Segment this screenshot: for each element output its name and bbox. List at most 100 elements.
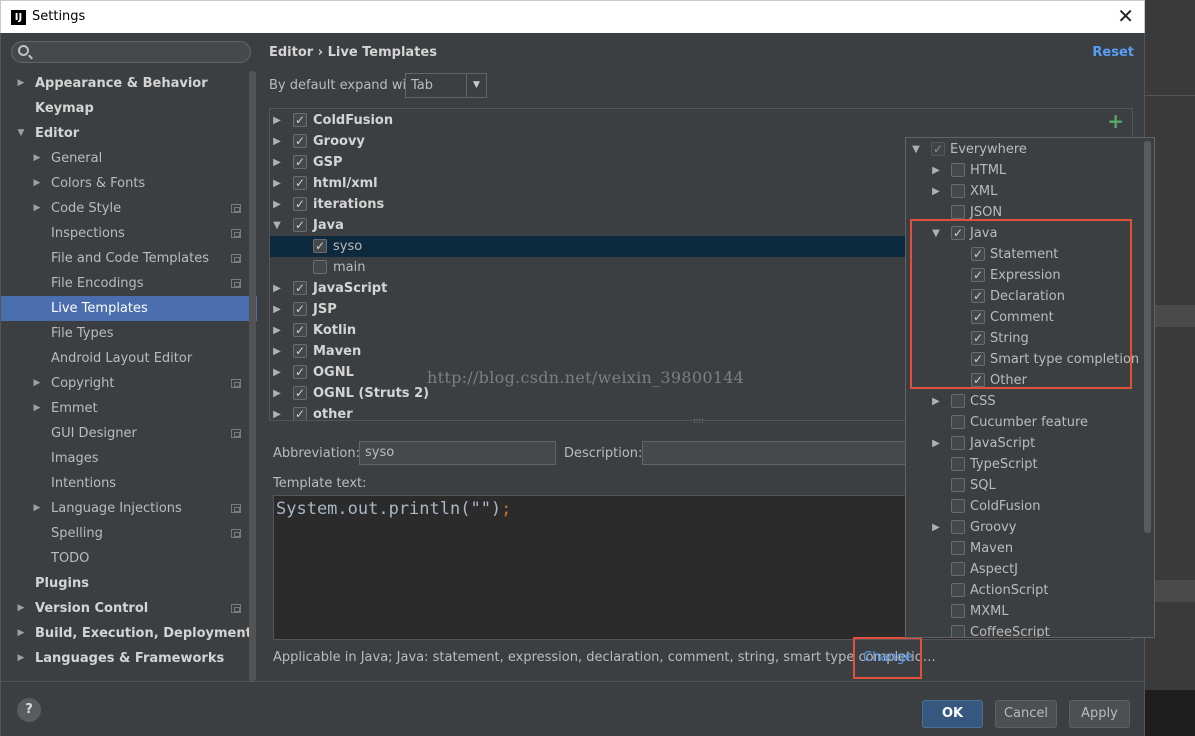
checkbox[interactable] bbox=[293, 383, 307, 404]
context-row[interactable]: ▶ Groovy bbox=[906, 517, 1154, 538]
sidebar-item[interactable]: ▶ Colors & Fonts bbox=[1, 171, 257, 196]
apply-button[interactable]: Apply bbox=[1069, 700, 1130, 728]
chevron-right-icon[interactable]: ▶ bbox=[271, 362, 283, 383]
settings-search-input[interactable] bbox=[11, 41, 251, 63]
chevron-right-icon[interactable]: ▶ bbox=[31, 171, 43, 196]
checkbox[interactable] bbox=[951, 478, 965, 492]
checkbox[interactable] bbox=[293, 110, 307, 131]
sidebar-item[interactable]: ▶ Language Injections bbox=[1, 496, 257, 521]
abbreviation-input[interactable]: syso bbox=[359, 441, 556, 465]
checkbox[interactable] bbox=[293, 152, 307, 173]
checkbox[interactable] bbox=[951, 415, 965, 429]
chevron-right-icon[interactable]: ▶ bbox=[31, 396, 43, 421]
checkbox[interactable] bbox=[951, 541, 965, 555]
checkbox[interactable] bbox=[951, 604, 965, 618]
checkbox[interactable] bbox=[293, 278, 307, 299]
checkbox[interactable] bbox=[293, 131, 307, 152]
sidebar-item[interactable]: ▶ Version Control bbox=[1, 596, 257, 621]
sidebar-item[interactable]: Android Layout Editor bbox=[1, 346, 257, 371]
checkbox[interactable] bbox=[293, 362, 307, 383]
chevron-right-icon[interactable]: ▶ bbox=[930, 517, 942, 538]
checkbox[interactable] bbox=[951, 184, 965, 198]
sidebar-item[interactable]: ▼ Editor bbox=[1, 121, 257, 146]
checkbox[interactable] bbox=[293, 173, 307, 194]
chevron-right-icon[interactable]: ▶ bbox=[930, 433, 942, 454]
chevron-right-icon[interactable]: ▶ bbox=[15, 621, 27, 646]
context-row[interactable]: ActionScript bbox=[906, 580, 1154, 601]
splitter-handle[interactable]: :::: bbox=[693, 417, 709, 425]
chevron-right-icon[interactable]: ▶ bbox=[31, 196, 43, 221]
context-row[interactable]: Cucumber feature bbox=[906, 412, 1154, 433]
chevron-right-icon[interactable]: ▶ bbox=[31, 496, 43, 521]
chevron-right-icon[interactable]: ▶ bbox=[930, 160, 942, 181]
chevron-right-icon[interactable]: ▶ bbox=[271, 194, 283, 215]
chevron-right-icon[interactable]: ▶ bbox=[271, 152, 283, 173]
checkbox[interactable] bbox=[293, 299, 307, 320]
chevron-down-icon[interactable]: ▼ bbox=[910, 139, 922, 160]
checkbox[interactable] bbox=[951, 499, 965, 513]
context-row[interactable]: ▶ XML bbox=[906, 181, 1154, 202]
context-row[interactable]: AspectJ bbox=[906, 559, 1154, 580]
sidebar-item[interactable]: ▶ Languages & Frameworks bbox=[1, 646, 257, 671]
help-icon[interactable]: ? bbox=[17, 698, 41, 722]
chevron-right-icon[interactable]: ▶ bbox=[271, 341, 283, 362]
checkbox[interactable] bbox=[293, 194, 307, 215]
checkbox[interactable] bbox=[951, 205, 965, 219]
sidebar-item[interactable]: ▶ Appearance & Behavior bbox=[1, 71, 257, 96]
context-row[interactable]: ▶ HTML bbox=[906, 160, 1154, 181]
sidebar-scrollbar[interactable] bbox=[249, 71, 256, 681]
sidebar-item[interactable]: Plugins bbox=[1, 571, 257, 596]
sidebar-item[interactable]: Keymap bbox=[1, 96, 257, 121]
chevron-right-icon[interactable]: ▶ bbox=[15, 646, 27, 671]
close-icon[interactable]: ✕ bbox=[1117, 5, 1134, 27]
context-row[interactable]: ColdFusion bbox=[906, 496, 1154, 517]
checkbox[interactable] bbox=[293, 404, 307, 420]
chevron-down-icon[interactable]: ▼ bbox=[15, 121, 27, 146]
checkbox[interactable] bbox=[951, 163, 965, 177]
sidebar-item[interactable]: Spelling bbox=[1, 521, 257, 546]
sidebar-item[interactable]: Live Templates bbox=[1, 296, 257, 321]
checkbox[interactable] bbox=[293, 320, 307, 341]
sidebar-item[interactable]: File Encodings bbox=[1, 271, 257, 296]
chevron-right-icon[interactable]: ▶ bbox=[271, 173, 283, 194]
sidebar-item[interactable]: ▶ Emmet bbox=[1, 396, 257, 421]
cancel-button[interactable]: Cancel bbox=[995, 700, 1057, 728]
sidebar-item[interactable]: File Types bbox=[1, 321, 257, 346]
chevron-right-icon[interactable]: ▶ bbox=[271, 278, 283, 299]
chevron-right-icon[interactable]: ▶ bbox=[930, 181, 942, 202]
chevron-right-icon[interactable]: ▶ bbox=[271, 131, 283, 152]
chevron-right-icon[interactable]: ▶ bbox=[15, 596, 27, 621]
context-row[interactable]: SQL bbox=[906, 475, 1154, 496]
chevron-right-icon[interactable]: ▶ bbox=[15, 71, 27, 96]
sidebar-item[interactable]: Images bbox=[1, 446, 257, 471]
sidebar-item[interactable]: ▶ Copyright bbox=[1, 371, 257, 396]
context-row[interactable]: ▼ Everywhere bbox=[906, 139, 1154, 160]
chevron-right-icon[interactable]: ▶ bbox=[31, 371, 43, 396]
checkbox[interactable] bbox=[931, 139, 945, 160]
sidebar-item[interactable]: GUI Designer bbox=[1, 421, 257, 446]
chevron-right-icon[interactable]: ▶ bbox=[271, 299, 283, 320]
checkbox[interactable] bbox=[293, 341, 307, 362]
chevron-right-icon[interactable]: ▶ bbox=[271, 383, 283, 404]
checkbox[interactable] bbox=[313, 236, 327, 257]
checkbox[interactable] bbox=[951, 394, 965, 408]
sidebar-item[interactable]: Intentions bbox=[1, 471, 257, 496]
sidebar-item[interactable]: ▶ General bbox=[1, 146, 257, 171]
chevron-right-icon[interactable]: ▶ bbox=[31, 146, 43, 171]
sidebar-item[interactable]: ▶ Build, Execution, Deployment bbox=[1, 621, 257, 646]
chevron-right-icon[interactable]: ▶ bbox=[271, 404, 283, 420]
checkbox[interactable] bbox=[313, 260, 327, 274]
context-row[interactable]: Maven bbox=[906, 538, 1154, 559]
reset-link[interactable]: Reset bbox=[1092, 45, 1134, 60]
context-row[interactable]: ▶ JavaScript bbox=[906, 433, 1154, 454]
checkbox[interactable] bbox=[951, 436, 965, 450]
chevron-down-icon[interactable]: ▼ bbox=[271, 215, 283, 236]
ok-button[interactable]: OK bbox=[922, 700, 983, 728]
expand-with-select[interactable]: Tab ▼ bbox=[405, 73, 487, 98]
checkbox[interactable] bbox=[951, 457, 965, 471]
chevron-right-icon[interactable]: ▶ bbox=[271, 110, 283, 131]
sidebar-item[interactable]: ▶ Code Style bbox=[1, 196, 257, 221]
chevron-down-icon[interactable]: ▼ bbox=[466, 74, 486, 97]
context-row[interactable]: ▶ CSS bbox=[906, 391, 1154, 412]
checkbox[interactable] bbox=[951, 520, 965, 534]
